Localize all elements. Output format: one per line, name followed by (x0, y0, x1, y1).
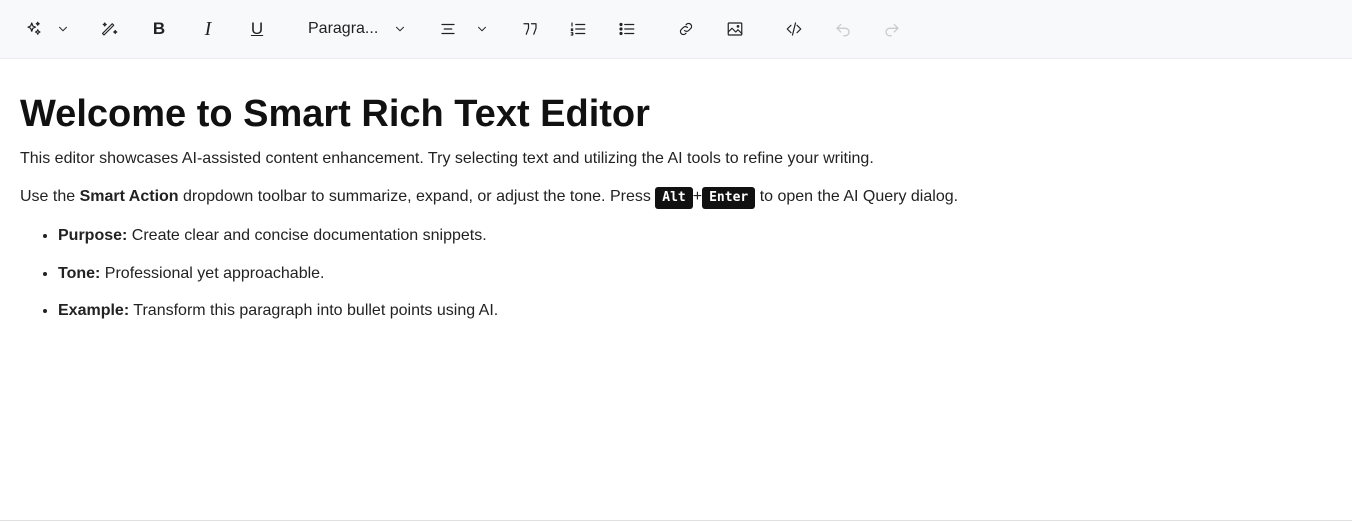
list-item: Tone: Professional yet approachable. (58, 263, 1332, 285)
link-icon[interactable] (676, 16, 696, 42)
code-icon[interactable] (784, 16, 804, 42)
undo-icon[interactable] (833, 16, 853, 42)
list-item: Purpose: Create clear and concise docume… (58, 225, 1332, 247)
text: Use the (20, 188, 80, 205)
unordered-list-icon[interactable] (617, 16, 637, 42)
chevron-down-icon[interactable] (474, 16, 490, 42)
alt-key: Alt (655, 187, 693, 209)
editor-bottom-border (0, 520, 1352, 521)
list-item-label: Example: (58, 302, 130, 319)
magic-wand-icon[interactable] (100, 16, 120, 42)
list-item-label: Tone: (58, 264, 101, 282)
underline-button[interactable]: U (249, 16, 265, 42)
sparkles-icon[interactable] (24, 16, 44, 42)
editor-content[interactable]: Welcome to Smart Rich Text Editor This e… (20, 90, 1332, 338)
plus-text: + (692, 188, 703, 205)
blockquote-icon[interactable] (520, 16, 540, 42)
instructions-paragraph: Use the Smart Action dropdown toolbar to… (20, 186, 1332, 209)
editor-toolbar: B I U Paragra... (0, 0, 1352, 59)
list-item-text: Professional yet approachable. (100, 264, 325, 282)
smart-action-text: Smart Action (79, 188, 179, 205)
text: dropdown toolbar to summarize, expand, o… (178, 188, 656, 205)
page-title: Welcome to Smart Rich Text Editor (20, 93, 650, 135)
bold-button[interactable]: B (151, 16, 167, 42)
align-icon[interactable] (438, 16, 458, 42)
list-item-text: Create clear and concise documentation s… (127, 227, 487, 244)
enter-key: Enter (702, 187, 756, 209)
list-item: Example: Transform this paragraph into b… (58, 300, 1332, 322)
list-item-text: Transform this paragraph into bullet poi… (129, 302, 499, 319)
format-select[interactable]: Paragra... (308, 16, 388, 42)
image-icon[interactable] (725, 16, 745, 42)
chevron-down-icon[interactable] (55, 16, 71, 42)
text: to open the AI Query dialog. (755, 188, 959, 205)
italic-button[interactable]: I (200, 16, 216, 42)
chevron-down-icon[interactable] (392, 16, 408, 42)
ordered-list-icon[interactable] (568, 16, 588, 42)
bullet-list: Purpose: Create clear and concise docume… (58, 225, 1332, 322)
list-item-label: Purpose: (58, 227, 128, 244)
intro-paragraph: This editor showcases AI-assisted conten… (20, 150, 874, 167)
redo-icon[interactable] (882, 16, 902, 42)
